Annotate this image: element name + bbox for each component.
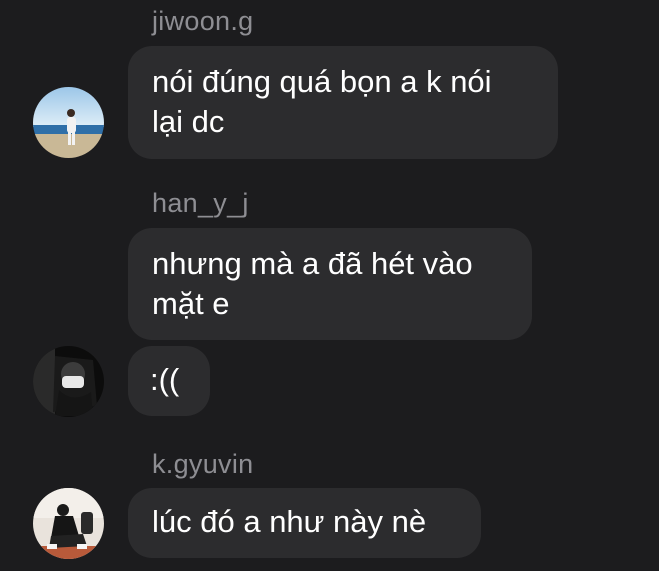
chat-thread: jiwoon.g nói đúng quá bọn a k nói lại dc… xyxy=(0,0,659,571)
message-bubble[interactable]: nói đúng quá bọn a k nói lại dc xyxy=(128,46,558,159)
avatar-sitting-person-icon[interactable] xyxy=(33,488,104,559)
sender-name[interactable]: k.gyuvin xyxy=(152,449,253,479)
message-bubble[interactable]: nhưng mà a đã hét vào mặt e xyxy=(128,228,532,340)
message-bubble[interactable]: :(( xyxy=(128,346,210,416)
avatar-beach-icon[interactable] xyxy=(33,87,104,158)
sender-name[interactable]: han_y_j xyxy=(152,188,249,218)
avatar-masked-person-icon[interactable] xyxy=(33,346,104,417)
sender-name[interactable]: jiwoon.g xyxy=(152,6,253,36)
message-bubble[interactable]: lúc đó a như này nè xyxy=(128,488,481,558)
